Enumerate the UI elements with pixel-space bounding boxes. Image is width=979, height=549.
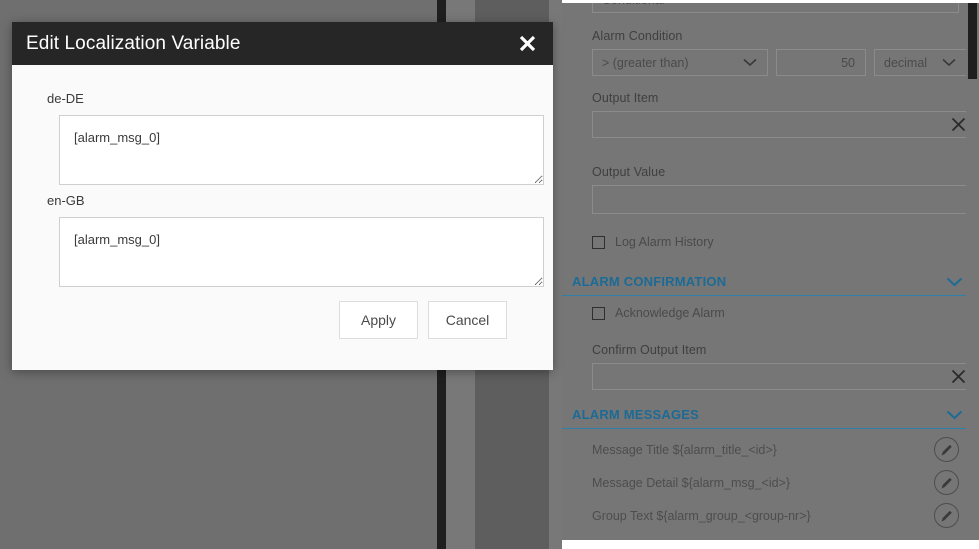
log-alarm-history-label: Log Alarm History: [615, 235, 714, 249]
list-item[interactable]: Message Title ${alarm_title_<id>}: [562, 433, 979, 466]
output-item-input[interactable]: [592, 111, 974, 138]
checkbox-unchecked-icon[interactable]: [592, 235, 605, 249]
apply-button[interactable]: Apply: [339, 301, 418, 339]
operator-value: > (greater than): [602, 55, 689, 70]
alarm-condition-row: > (greater than) 50 decimal: [562, 49, 979, 76]
message-title-text: Message Title ${alarm_title_<id>}: [592, 442, 777, 457]
alarm-condition-value-input[interactable]: 50: [776, 49, 866, 76]
chevron-down-icon: [739, 58, 761, 67]
message-detail-text: Message Detail ${alarm_msg_<id>}: [592, 475, 791, 490]
chevron-down-icon: [938, 58, 960, 67]
confirm-output-item-row: •••: [562, 363, 979, 390]
cancel-button[interactable]: Cancel: [428, 301, 507, 339]
locale-textarea-en-GB[interactable]: [59, 217, 544, 287]
confirm-output-item-label: Confirm Output Item: [592, 343, 707, 357]
panel-bottom-strip: [562, 540, 979, 549]
dialog-footer: Apply Cancel: [37, 287, 531, 339]
trigger-type-value: Conditional: [593, 3, 930, 7]
datatype-value: decimal: [884, 55, 928, 70]
condition-value: 50: [841, 55, 855, 70]
alarm-condition-label: Alarm Condition: [592, 29, 683, 43]
section-header-alarm-confirmation[interactable]: ALARM CONFIRMATION: [562, 268, 979, 296]
output-value-input[interactable]: [592, 185, 979, 214]
close-x-icon[interactable]: [501, 22, 553, 65]
edit-localization-variable-dialog: Edit Localization Variable de-DE en-GB A…: [12, 22, 553, 370]
chevron-down-icon: [930, 3, 952, 4]
alarm-properties-panel: Conditional Alarm Condition > (greater t…: [562, 3, 979, 540]
locale-textarea-de-DE[interactable]: [59, 115, 544, 185]
pencil-icon[interactable]: [934, 470, 959, 495]
output-value-row: [562, 185, 979, 214]
output-item-row: •••: [562, 111, 979, 138]
list-item[interactable]: Message Detail ${alarm_msg_<id>}: [562, 466, 979, 499]
dialog-titlebar: Edit Localization Variable: [12, 22, 553, 65]
group-text-text: Group Text ${alarm_group_<group-nr>}: [592, 508, 811, 523]
alarm-condition-datatype-select[interactable]: decimal: [874, 49, 967, 76]
list-item[interactable]: Group Text ${alarm_group_<group-nr>}: [562, 499, 979, 532]
checkbox-unchecked-icon[interactable]: [592, 306, 605, 320]
trigger-type-select[interactable]: Conditional: [592, 3, 959, 13]
dialog-body: de-DE en-GB Apply Cancel: [12, 65, 553, 339]
section-header-alarm-messages[interactable]: ALARM MESSAGES: [562, 401, 979, 429]
alarm-condition-operator-select[interactable]: > (greater than): [592, 49, 768, 76]
locale-label-de-DE: de-DE: [47, 91, 84, 106]
acknowledge-alarm-checkbox-row[interactable]: Acknowledge Alarm: [562, 306, 725, 320]
pencil-icon[interactable]: [934, 503, 959, 528]
acknowledge-alarm-label: Acknowledge Alarm: [615, 306, 725, 320]
output-item-label: Output Item: [592, 91, 659, 105]
section-title: ALARM MESSAGES: [572, 407, 700, 422]
panel-scrollbar-thumb[interactable]: [968, 3, 977, 79]
pencil-icon[interactable]: [934, 437, 959, 462]
panel-scrollbar-track[interactable]: [966, 3, 979, 540]
trigger-type-select-wrapper: Conditional: [592, 3, 959, 13]
output-value-label: Output Value: [592, 165, 666, 179]
log-alarm-history-checkbox-row[interactable]: Log Alarm History: [562, 235, 714, 249]
confirm-output-item-input[interactable]: [592, 363, 974, 390]
section-title: ALARM CONFIRMATION: [572, 274, 727, 289]
dialog-title: Edit Localization Variable: [26, 32, 241, 54]
locale-label-en-GB: en-GB: [47, 193, 85, 208]
